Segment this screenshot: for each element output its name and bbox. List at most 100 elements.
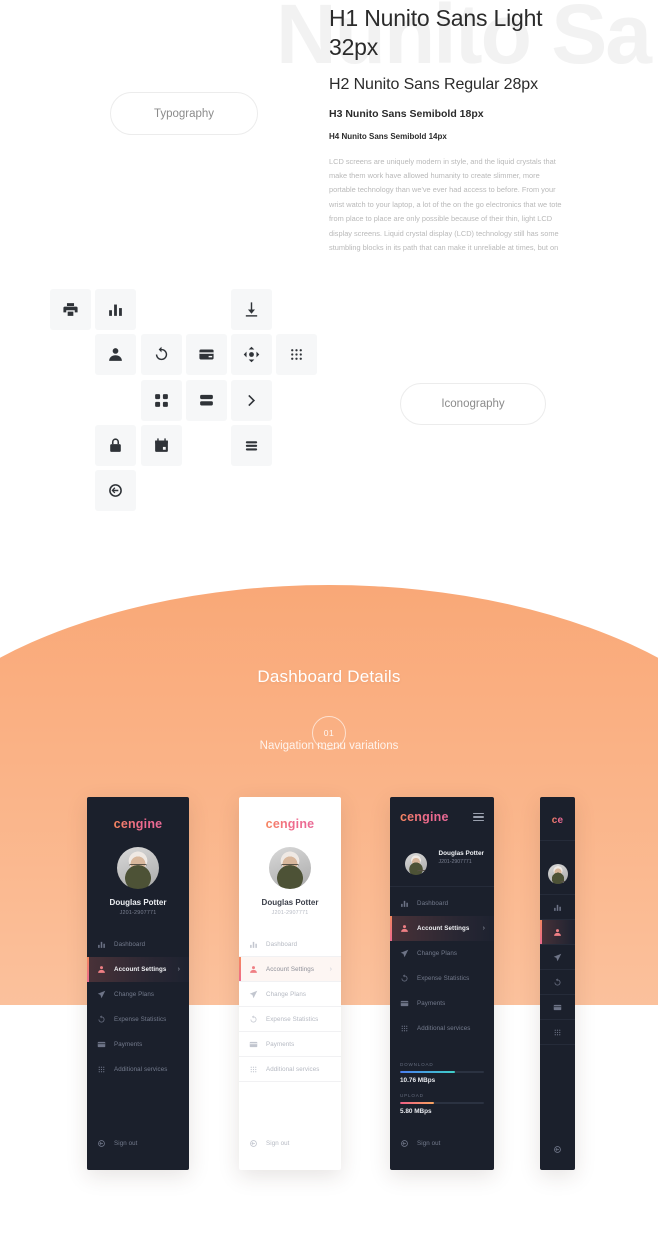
sidebar-item-account-settings[interactable]	[540, 920, 575, 945]
sidebar-item-payments[interactable]	[540, 995, 575, 1020]
sign-out-icon	[248, 1138, 259, 1149]
dots-grid-icon[interactable]	[276, 334, 317, 375]
sign-out-row[interactable]: Sign out	[390, 1131, 494, 1156]
sidebar-panel-light: cengine Douglas Potter J201-2907771 Dash…	[239, 797, 341, 1170]
h3-specimen: H3 Nunito Sans Semibold 18px	[329, 107, 484, 120]
sidebar-item-dashboard[interactable]: Dashboard	[390, 891, 494, 916]
brand-logo[interactable]: cengine	[266, 817, 315, 831]
sidebar-item-dashboard[interactable]: Dashboard	[87, 932, 189, 957]
sidebar-item-label: Change Plans	[417, 950, 458, 957]
body-specimen: LCD screens are uniquely modern in style…	[329, 156, 562, 253]
hamburger-icon[interactable]	[473, 813, 484, 821]
paper-plane-icon	[96, 989, 107, 1000]
chevron-right-icon: ›	[482, 925, 485, 932]
sidebar-item-payments[interactable]: Payments	[239, 1032, 341, 1057]
nav-menu: Dashboard Account Settings › Change Plan…	[239, 932, 341, 1082]
user-id: J201-2907771	[438, 858, 472, 865]
refresh-icon	[554, 977, 561, 985]
sidebar-item-change-plans[interactable]: Change Plans	[87, 982, 189, 1007]
download-progress-bar	[400, 1071, 484, 1073]
sidebar-item-label: Additional services	[417, 1025, 471, 1032]
sidebar-item-label: Expense Statistics	[266, 1015, 319, 1023]
chevron-right-icon: ›	[329, 965, 332, 973]
network-stats: DOWNLOAD 10.76 MBps UPLOAD 5.80 MBps	[390, 1062, 494, 1124]
sidebar-item-account-settings[interactable]: Account Settings ›	[239, 957, 341, 982]
sidebar-item-account-settings[interactable]: Account Settings ›	[390, 916, 494, 941]
bar-chart-icon	[248, 939, 259, 950]
user-icon	[248, 964, 259, 975]
sign-out-label: Sign out	[417, 1140, 441, 1147]
sidebar-item-change-plans[interactable]	[540, 945, 575, 970]
sidebar-item-additional-services[interactable]: Additional services	[87, 1057, 189, 1082]
layers-icon[interactable]	[186, 380, 227, 421]
sidebar-item-label: Account Settings	[266, 965, 315, 973]
sidebar-item-account-settings[interactable]: Account Settings ›	[87, 957, 189, 982]
menu-lines-icon[interactable]	[231, 425, 272, 466]
brand-logo[interactable]: cengine	[114, 817, 163, 831]
sidebar-item-change-plans[interactable]: Change Plans	[239, 982, 341, 1007]
printer-icon[interactable]	[50, 289, 91, 330]
credit-card-icon[interactable]	[186, 334, 227, 375]
user-icon[interactable]	[95, 334, 136, 375]
avatar	[269, 847, 311, 889]
sidebar-item-payments[interactable]: Payments	[390, 991, 494, 1016]
sidebar-item-label: Payments	[417, 1000, 446, 1007]
bar-chart-icon	[96, 939, 107, 950]
refresh-icon	[248, 1014, 259, 1025]
refresh-icon[interactable]	[141, 334, 182, 375]
sidebar-item-change-plans[interactable]: Change Plans	[390, 941, 494, 966]
brand-logo[interactable]: cengine	[400, 810, 449, 824]
sidebar-item-dashboard[interactable]: Dashboard	[239, 932, 341, 957]
sidebar-panel-collapsed: ce	[540, 797, 575, 1170]
nav-menu: Dashboard Account Settings › Change Plan…	[390, 891, 494, 1041]
dots-grid-icon	[554, 1029, 561, 1035]
sidebar-panel-dark-with-stats: cengine Douglas Potter J201-2907771 Dash…	[390, 797, 494, 1170]
hero-subtitle: Navigation menu variations	[259, 740, 399, 752]
sidebar-item-expense-statistics[interactable]: Expense Statistics	[239, 1007, 341, 1032]
user-name: Douglas Potter	[109, 898, 167, 907]
sidebar-item-expense-statistics[interactable]: Expense Statistics	[87, 1007, 189, 1032]
sidebar-item-label: Expense Statistics	[417, 975, 470, 982]
sign-out-row[interactable]: Sign out	[239, 1131, 341, 1156]
sign-out-icon[interactable]	[95, 470, 136, 511]
dots-grid-icon	[248, 1064, 259, 1075]
iconography-label-pill[interactable]: Iconography	[400, 383, 546, 425]
lock-icon[interactable]	[95, 425, 136, 466]
sidebar-item-expense-statistics[interactable]: Expense Statistics	[390, 966, 494, 991]
sidebar-item-label: Dashboard	[417, 900, 449, 907]
sidebar-item-additional-services[interactable]: Additional services	[390, 1016, 494, 1041]
avatar	[547, 864, 568, 884]
four-squares-icon[interactable]	[141, 380, 182, 421]
page-root: Nunito Sa H1 Nunito Sans Light 32px H2 N…	[0, 0, 658, 1238]
upload-value: 5.80 MBps	[400, 1108, 432, 1115]
sign-out-row[interactable]	[540, 1145, 575, 1154]
sign-out-icon	[399, 1138, 410, 1149]
bar-chart-icon[interactable]	[95, 289, 136, 330]
user-name: Douglas Potter	[438, 849, 484, 857]
sidebar-item-expense-statistics[interactable]	[540, 970, 575, 995]
paper-plane-icon	[248, 989, 259, 1000]
sidebar-item-dashboard[interactable]	[540, 895, 575, 920]
brand-logo-short[interactable]: ce	[552, 815, 564, 826]
sidebar-item-additional-services[interactable]: Additional services	[239, 1057, 341, 1082]
typography-specimen: H1 Nunito Sans Light 32px H2 Nunito Sans…	[329, 4, 589, 256]
chevron-right-icon[interactable]	[231, 380, 272, 421]
refresh-icon	[399, 973, 410, 984]
sidebar-item-payments[interactable]: Payments	[87, 1032, 189, 1057]
user-icon	[96, 964, 107, 975]
credit-card-icon	[248, 1039, 259, 1050]
sidebar-item-additional-services[interactable]	[540, 1020, 575, 1045]
download-icon[interactable]	[231, 289, 272, 330]
typography-label-pill[interactable]: Typography	[110, 92, 258, 135]
nav-menu: Dashboard Account Settings › Change Plan…	[87, 932, 189, 1082]
calendar-icon[interactable]	[141, 425, 182, 466]
refresh-icon	[96, 1014, 107, 1025]
sign-out-row[interactable]: Sign out	[87, 1131, 189, 1156]
sign-out-icon	[554, 1146, 561, 1153]
navigation-target-icon[interactable]	[231, 334, 272, 375]
sign-out-label: Sign out	[266, 1140, 290, 1147]
sidebar-item-label: Change Plans	[114, 991, 155, 998]
download-value: 10.76 MBps	[400, 1077, 436, 1084]
sidebar-item-label: Expense Statistics	[114, 1016, 167, 1023]
paper-plane-icon	[553, 953, 562, 961]
